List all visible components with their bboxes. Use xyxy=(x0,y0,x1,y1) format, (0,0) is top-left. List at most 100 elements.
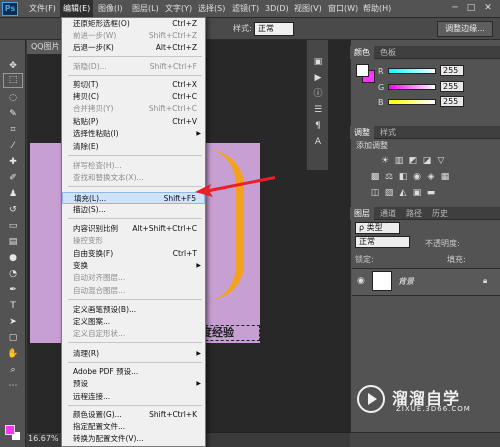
tab-layers[interactable]: 图层 xyxy=(350,207,374,220)
visibility-eye-icon[interactable]: ◉ xyxy=(357,276,365,286)
red-value[interactable]: 255 xyxy=(440,65,464,76)
invert-adjust-icon[interactable]: ◫ xyxy=(370,188,380,198)
menu-type[interactable]: 文字(Y) xyxy=(162,0,195,18)
edit-menu-item[interactable]: 自动混合图层... xyxy=(62,285,205,297)
move-tool-icon[interactable]: ✥ xyxy=(4,60,22,73)
tab-styles[interactable]: 样式 xyxy=(376,126,400,139)
edit-menu-item[interactable]: 后退一步(K) Alt+Ctrl+Z xyxy=(62,42,205,54)
tab-swatches[interactable]: 色板 xyxy=(376,46,400,59)
green-value[interactable]: 255 xyxy=(440,81,464,92)
edit-menu-item[interactable]: 预设 ▶ xyxy=(62,378,205,390)
layer-filter-select[interactable]: ρ 类型 xyxy=(355,222,400,234)
brightness-adjust-icon[interactable]: ☀ xyxy=(380,156,390,166)
edit-menu-item[interactable]: 拼写检查(H)... xyxy=(62,160,205,172)
tab-color[interactable]: 颜色 xyxy=(350,46,374,59)
photo-filter-adjust-icon[interactable]: ◉ xyxy=(412,172,422,182)
menu-help[interactable]: 帮助(H) xyxy=(360,0,394,18)
threshold-adjust-icon[interactable]: ◭ xyxy=(398,188,408,198)
quick-select-tool-icon[interactable]: ✎ xyxy=(4,108,22,121)
menu-file[interactable]: 文件(F) xyxy=(26,0,59,18)
actions-panel-icon[interactable]: ▶ xyxy=(311,72,325,84)
minimize-icon[interactable]: ─ xyxy=(448,2,462,15)
healing-brush-tool-icon[interactable]: ✚ xyxy=(4,156,22,169)
blur-tool-icon[interactable]: ● xyxy=(4,252,22,265)
hand-tool-icon[interactable]: ✋ xyxy=(4,348,22,361)
menu-layer[interactable]: 图层(L) xyxy=(129,0,162,18)
maximize-icon[interactable]: □ xyxy=(464,2,478,15)
edit-menu-item[interactable]: 查找和替换文本(X)... xyxy=(62,172,205,184)
selective-color-adjust-icon[interactable]: ▣ xyxy=(412,188,422,198)
type-tool-icon[interactable]: T xyxy=(4,300,22,313)
blend-mode-select[interactable]: 正常 xyxy=(355,236,410,248)
hue-saturation-adjust-icon[interactable]: ▩ xyxy=(370,172,380,182)
tab-history[interactable]: 历史 xyxy=(428,207,452,220)
history-brush-tool-icon[interactable]: ↺ xyxy=(4,204,22,217)
edit-menu-item[interactable]: 粘贴(P) Ctrl+V xyxy=(62,116,205,128)
path-select-tool-icon[interactable]: ➤ xyxy=(4,316,22,329)
edit-menu-item[interactable]: 颜色设置(G)... Shift+Ctrl+K xyxy=(62,409,205,421)
crop-tool-icon[interactable]: ⌗ xyxy=(4,124,22,137)
info-panel-icon[interactable]: ⓘ xyxy=(311,88,325,100)
edit-menu-item[interactable]: 远程连接... xyxy=(62,391,205,403)
zoom-level[interactable]: 16.67% xyxy=(28,434,59,443)
green-slider[interactable] xyxy=(388,84,436,90)
character-panel-icon[interactable]: A xyxy=(311,136,325,148)
lasso-tool-icon[interactable]: ◌ xyxy=(4,92,22,105)
blue-slider[interactable] xyxy=(388,99,436,105)
color-balance-adjust-icon[interactable]: ⚖ xyxy=(384,172,394,182)
dodge-tool-icon[interactable]: ◔ xyxy=(4,268,22,281)
properties-panel-icon[interactable]: ☰ xyxy=(311,104,325,116)
edit-menu-item[interactable]: 清理(R) ▶ xyxy=(62,348,205,360)
edit-menu-item[interactable]: 渐隐(D)... Shift+Ctrl+F xyxy=(62,61,205,73)
edit-menu-item[interactable]: 变换 ▶ xyxy=(62,260,205,272)
exposure-adjust-icon[interactable]: ◪ xyxy=(422,156,432,166)
clone-stamp-tool-icon[interactable]: ♟ xyxy=(4,188,22,201)
edit-menu-item[interactable]: 内容识别比例 Alt+Shift+Ctrl+C xyxy=(62,223,205,235)
red-slider[interactable] xyxy=(388,68,436,74)
edit-menu-item[interactable]: 转换为配置文件(V)... xyxy=(62,433,205,445)
edit-menu-item[interactable]: 前进一步(W) Shift+Ctrl+Z xyxy=(62,30,205,42)
menu-edit[interactable]: 编辑(E) xyxy=(60,0,94,18)
posterize-adjust-icon[interactable]: ▨ xyxy=(384,188,394,198)
edit-menu-item[interactable]: Adobe PDF 预设... xyxy=(62,366,205,378)
foreground-color-swatch[interactable] xyxy=(5,425,15,435)
edit-menu-item[interactable]: 操控变形 xyxy=(62,235,205,247)
shape-tool-icon[interactable]: ▢ xyxy=(4,332,22,345)
tab-channels[interactable]: 通道 xyxy=(376,207,400,220)
tab-paths[interactable]: 路径 xyxy=(402,207,426,220)
edit-menu-item[interactable]: 填充(L)... Shift+F5 xyxy=(62,192,205,204)
gradient-map-adjust-icon[interactable]: ▬ xyxy=(426,188,436,198)
menu-3d[interactable]: 3D(D) xyxy=(262,0,292,18)
color-lookup-adjust-icon[interactable]: ▦ xyxy=(440,172,450,182)
menu-view[interactable]: 视图(V) xyxy=(291,0,325,18)
close-icon[interactable]: ✕ xyxy=(481,2,495,15)
edit-menu-item[interactable]: 剪切(T) Ctrl+X xyxy=(62,79,205,91)
zoom-tool-icon[interactable]: ⌕ xyxy=(4,364,22,377)
tab-adjustments[interactable]: 调整 xyxy=(350,126,374,139)
edit-menu-item[interactable]: 拷贝(C) Ctrl+C xyxy=(62,91,205,103)
curves-adjust-icon[interactable]: ◩ xyxy=(408,156,418,166)
edit-menu-item[interactable]: 还原矩形选框(O) Ctrl+Z xyxy=(62,18,205,30)
edit-menu-item[interactable]: 选择性粘贴(I) ▶ xyxy=(62,128,205,140)
paragraph-panel-icon[interactable]: ¶ xyxy=(311,120,325,132)
edit-menu-item[interactable]: 指定配置文件... xyxy=(62,421,205,433)
vibrance-adjust-icon[interactable]: ▽ xyxy=(436,156,446,166)
brush-tool-icon[interactable]: ✐ xyxy=(4,172,22,185)
gradient-tool-icon[interactable]: ▤ xyxy=(4,236,22,249)
edit-menu-item[interactable]: 合并拷贝(Y) Shift+Ctrl+C xyxy=(62,103,205,115)
edit-menu-item[interactable]: 自动对齐图层... xyxy=(62,272,205,284)
menu-filter[interactable]: 滤镜(T) xyxy=(229,0,262,18)
black-white-adjust-icon[interactable]: ◧ xyxy=(398,172,408,182)
style-select[interactable]: 正常 xyxy=(254,22,294,36)
levels-adjust-icon[interactable]: ▥ xyxy=(394,156,404,166)
edit-menu-item[interactable]: 清除(E) xyxy=(62,141,205,153)
history-panel-icon[interactable]: ▣ xyxy=(311,56,325,68)
eraser-tool-icon[interactable]: ▭ xyxy=(4,220,22,233)
refine-edge-button[interactable]: 调整边缘... xyxy=(437,21,493,37)
edit-menu-item[interactable]: 定义自定形状... xyxy=(62,328,205,340)
more-tools-icon[interactable]: ⋯ xyxy=(4,380,22,393)
edit-menu-item[interactable]: 自由变换(F) Ctrl+T xyxy=(62,248,205,260)
edit-menu-item[interactable]: 描边(S)... xyxy=(62,204,205,216)
menu-window[interactable]: 窗口(W) xyxy=(325,0,361,18)
edit-menu-item[interactable]: 定义画笔预设(B)... xyxy=(62,304,205,316)
